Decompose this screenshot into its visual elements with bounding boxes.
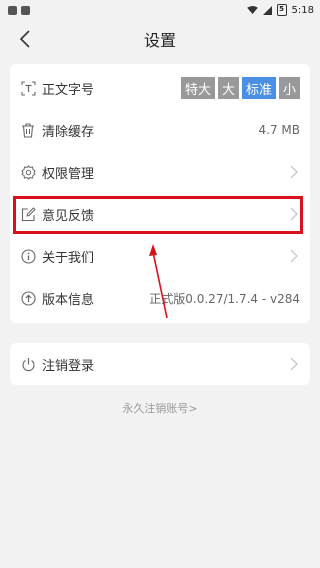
feedback-label: 意见反馈 [42, 208, 95, 224]
font-size-option-large[interactable]: 大 [217, 77, 239, 99]
app-notification-icon [8, 5, 17, 15]
permissions-label: 权限管理 [42, 166, 95, 182]
delete-account-link[interactable]: 永久注销账号> [0, 400, 320, 416]
font-size-selector: 特大 大 标准 小 [180, 77, 300, 99]
about-label: 关于我们 [42, 250, 95, 266]
trash-icon [20, 122, 36, 138]
app-notification-icon [21, 5, 30, 15]
clear-cache-row[interactable]: 清除缓存 4.7 MB [10, 109, 310, 151]
cache-size-value: 4.7 MB [258, 123, 300, 137]
clear-cache-label: 清除缓存 [42, 124, 95, 140]
logout-card: 注销登录 [10, 343, 310, 385]
power-icon [20, 356, 36, 372]
version-label: 版本信息 [42, 292, 95, 308]
notification-icons [8, 5, 30, 15]
logout-row[interactable]: 注销登录 [10, 343, 310, 385]
about-row[interactable]: 关于我们 [10, 235, 310, 277]
permissions-row[interactable]: 权限管理 [10, 151, 310, 193]
gear-icon [20, 164, 36, 180]
font-size-option-small[interactable]: 小 [278, 77, 300, 99]
status-bar: 5 5:18 [0, 0, 320, 20]
version-row: 版本信息 正式版0.0.27/1.7.4 - v284 [10, 277, 310, 319]
chevron-left-icon [19, 30, 30, 48]
font-size-option-xlarge[interactable]: 特大 [180, 77, 215, 99]
status-time: 5:18 [291, 4, 314, 16]
version-value: 正式版0.0.27/1.7.4 - v284 [149, 291, 300, 306]
page-title: 设置 [143, 31, 176, 50]
chevron-right-icon [288, 356, 300, 372]
chevron-right-icon [288, 248, 300, 264]
back-button[interactable] [14, 28, 36, 50]
chevron-right-icon [288, 164, 300, 180]
font-size-option-standard[interactable]: 标准 [241, 77, 276, 99]
nav-bar: 设置 [0, 20, 320, 58]
signal-icon [262, 5, 272, 15]
battery-icon: 5 [276, 4, 287, 16]
upgrade-icon [20, 290, 36, 306]
info-icon [20, 248, 36, 264]
font-size-row: 正文字号 特大 大 标准 小 [10, 67, 310, 109]
logout-label: 注销登录 [42, 358, 95, 374]
wifi-icon [246, 6, 258, 14]
text-size-icon [20, 80, 36, 96]
chevron-right-icon [288, 206, 300, 222]
edit-icon [20, 206, 36, 222]
settings-card: 正文字号 特大 大 标准 小 清除缓存 4.7 MB 权限管理 意见反馈 关于我… [10, 64, 310, 323]
feedback-row[interactable]: 意见反馈 [10, 193, 310, 235]
font-size-label: 正文字号 [42, 82, 95, 98]
